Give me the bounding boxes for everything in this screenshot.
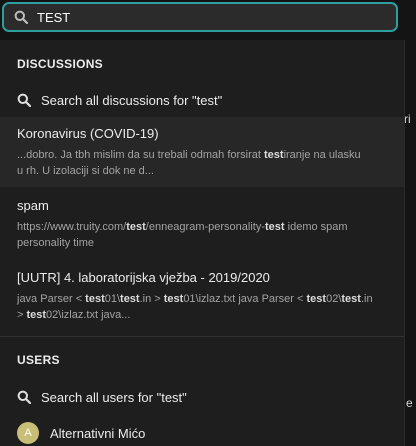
snippet-line: personality time: [17, 237, 95, 249]
search-bar[interactable]: [2, 2, 398, 32]
snippet-match: test: [341, 293, 361, 305]
page: ri e DISCUSSIONS Search all discussions …: [0, 0, 416, 446]
discussion-result[interactable]: Koronavirus (COVID-19) ...dobro. Ja tbh …: [0, 117, 404, 187]
discussion-title: spam: [17, 198, 49, 213]
backdrop-text: ri: [404, 112, 411, 126]
snippet-text: /enneagram-personality-: [145, 221, 266, 233]
snippet-match: test: [26, 309, 47, 321]
search-icon: [14, 10, 28, 24]
discussion-result[interactable]: [UUTR] 4. laboratorijska vježba - 2019/2…: [0, 261, 404, 333]
snippet-match: test: [126, 221, 146, 233]
search-icon: [17, 93, 31, 107]
snippet-text: https://www.truity.com/: [17, 221, 127, 233]
snippet-text: 02\: [326, 293, 342, 305]
discussion-snippet: java Parser < test01\test.in > test01\iz…: [17, 291, 384, 323]
snippet-match: test: [120, 293, 140, 305]
user-result[interactable]: A Alternativni Mićo: [0, 419, 404, 446]
backdrop-text: e: [406, 396, 413, 410]
snippet-text: ...dobro. Ja tbh mislim da su trebali od…: [17, 149, 264, 161]
discussion-snippet: ...dobro. Ja tbh mislim da su trebali od…: [17, 147, 384, 179]
snippet-text: iranje na ulasku: [283, 149, 361, 161]
discussion-title: Koronavirus (COVID-19): [17, 126, 159, 141]
search-all-discussions[interactable]: Search all discussions for "test": [0, 86, 404, 114]
snippet-match: test: [306, 293, 327, 305]
snippet-match: test: [265, 221, 285, 233]
discussions-header: DISCUSSIONS: [17, 57, 103, 71]
search-all-discussions-label: Search all discussions for "test": [41, 92, 223, 108]
snippet-text: idemo spam: [284, 221, 348, 233]
avatar-initial: A: [24, 427, 32, 439]
snippet-text: java Parser <: [17, 293, 86, 305]
snippet-match: test: [264, 149, 284, 161]
discussion-title: [UUTR] 4. laboratorijska vježba - 2019/2…: [17, 270, 270, 285]
avatar: A: [17, 422, 39, 444]
search-all-users[interactable]: Search all users for "test": [0, 383, 404, 411]
discussion-snippet: https://www.truity.com/test/enneagram-pe…: [17, 219, 384, 251]
users-header: USERS: [17, 353, 60, 367]
snippet-line: ...dobro. Ja tbh mislim da su trebali od…: [17, 147, 384, 163]
search-results-dropdown: DISCUSSIONS Search all discussions for "…: [0, 40, 405, 446]
snippet-text: 02\izlaz.txt java...: [46, 309, 131, 321]
snippet-text: 01\izlaz.txt java Parser <: [183, 293, 307, 305]
snippet-text: .in >: [139, 293, 164, 305]
search-all-users-label: Search all users for "test": [41, 389, 187, 405]
search-icon: [17, 390, 31, 404]
snippet-line: https://www.truity.com/test/enneagram-pe…: [17, 219, 384, 235]
discussion-result[interactable]: spam https://www.truity.com/test/enneagr…: [0, 189, 404, 259]
section-divider: [0, 336, 404, 337]
search-input[interactable]: [37, 9, 367, 25]
snippet-line: > test02\izlaz.txt java...: [17, 307, 384, 323]
snippet-line: java Parser < test01\test.in > test01\iz…: [17, 291, 384, 307]
user-name: Alternativni Mićo: [50, 425, 146, 441]
snippet-match: test: [163, 293, 184, 305]
snippet-match: test: [85, 293, 105, 305]
snippet-text: 01\: [104, 293, 121, 305]
snippet-line: u rh. U izolaciji si dok ne d...: [17, 165, 154, 177]
snippet-text: .in: [360, 293, 373, 305]
